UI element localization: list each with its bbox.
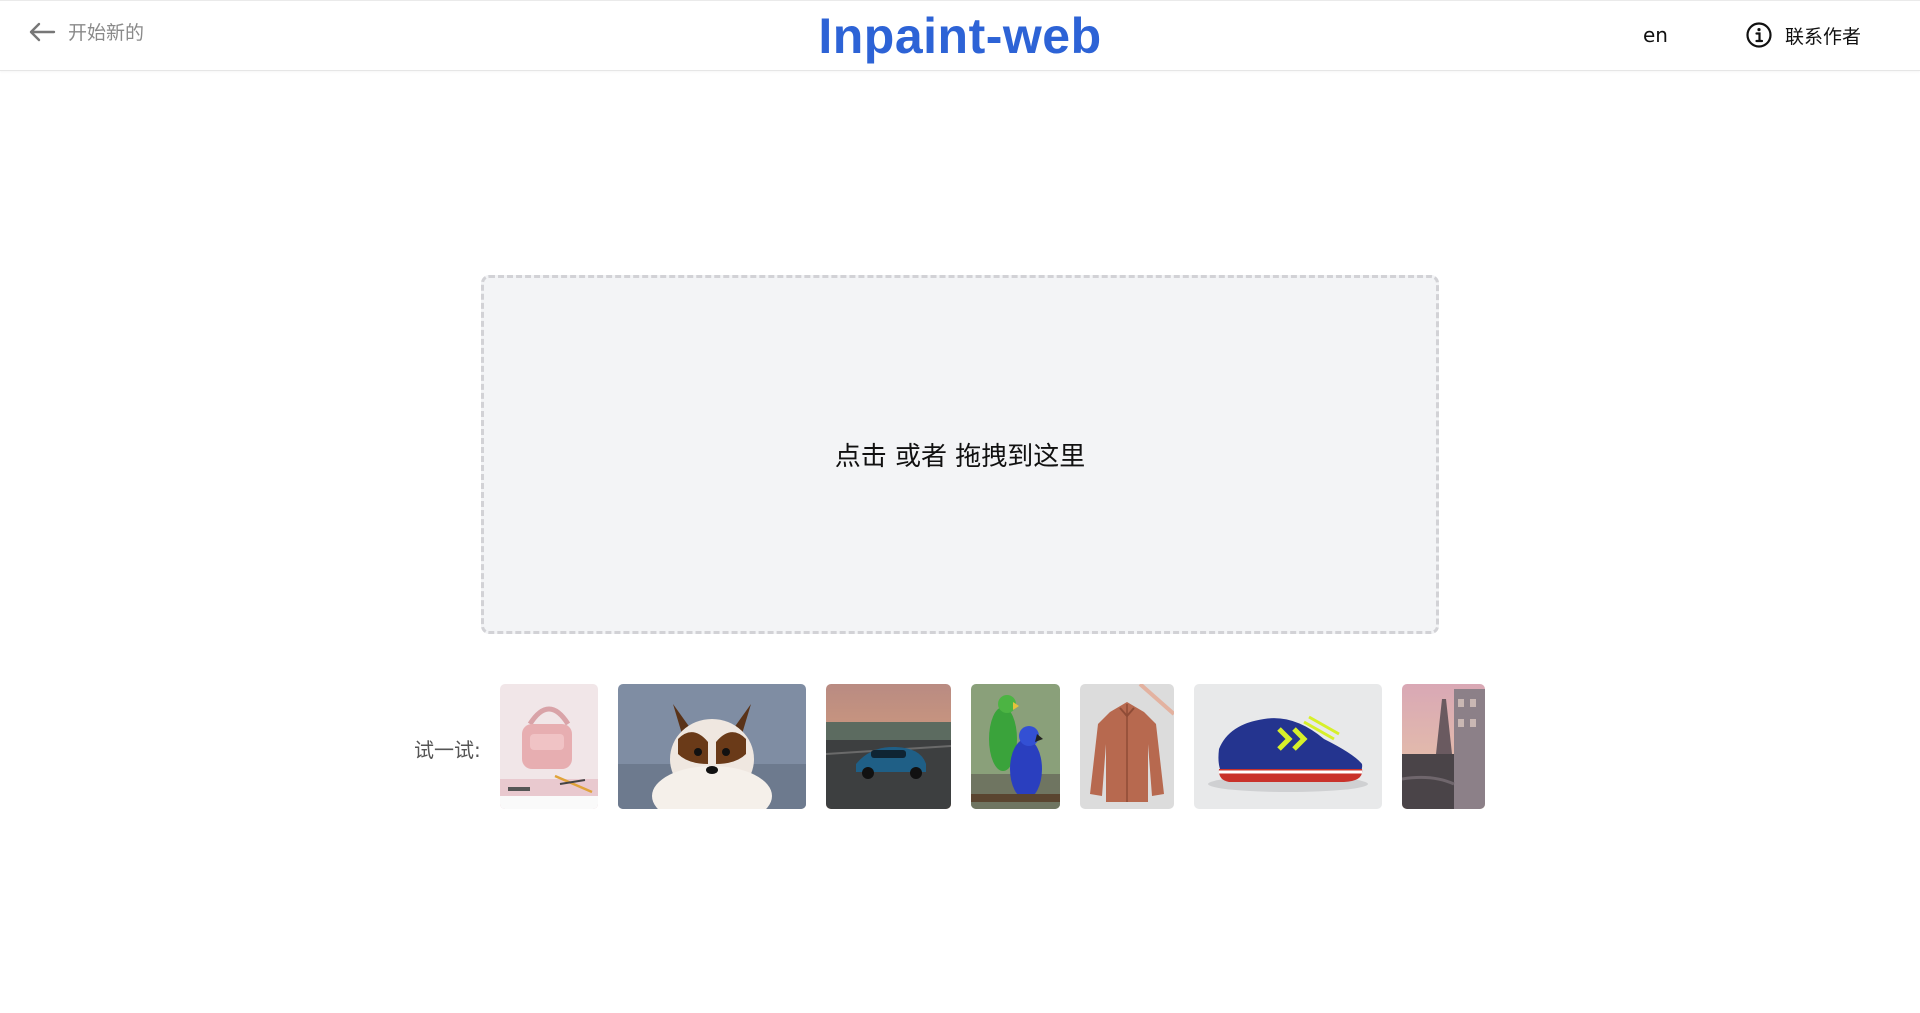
paris-street-image bbox=[1402, 684, 1485, 809]
upload-dropzone[interactable]: 点击 或者 拖拽到这里 bbox=[481, 275, 1439, 634]
top-header: 开始新的 Inpaint-web en 联系作者 bbox=[0, 0, 1920, 71]
contact-author-label: 联系作者 bbox=[1785, 25, 1862, 48]
contact-author-button[interactable]: 联系作者 bbox=[1745, 21, 1861, 49]
app-title: Inpaint-web bbox=[818, 8, 1102, 64]
dropzone-text: 点击 或者 拖拽到这里 bbox=[834, 442, 1086, 472]
dog-image bbox=[618, 684, 806, 809]
example-car[interactable] bbox=[826, 684, 951, 809]
example-handbag[interactable] bbox=[500, 684, 598, 809]
jacket-image bbox=[1080, 684, 1174, 809]
example-images: 试一试: bbox=[0, 684, 1920, 810]
car-image bbox=[826, 684, 951, 809]
parrots-image bbox=[971, 684, 1060, 809]
example-parrots[interactable] bbox=[971, 684, 1060, 809]
sneaker-image bbox=[1194, 684, 1382, 809]
handbag-image bbox=[500, 684, 598, 809]
language-toggle[interactable]: en bbox=[1643, 23, 1668, 47]
info-icon bbox=[1746, 22, 1772, 48]
example-dog[interactable] bbox=[618, 684, 806, 809]
example-sneaker[interactable] bbox=[1194, 684, 1382, 809]
example-paris-street[interactable] bbox=[1402, 684, 1485, 809]
example-jacket[interactable] bbox=[1080, 684, 1174, 809]
try-label: 试一试: bbox=[414, 738, 481, 762]
app-title-wrap: Inpaint-web bbox=[0, 7, 1920, 65]
